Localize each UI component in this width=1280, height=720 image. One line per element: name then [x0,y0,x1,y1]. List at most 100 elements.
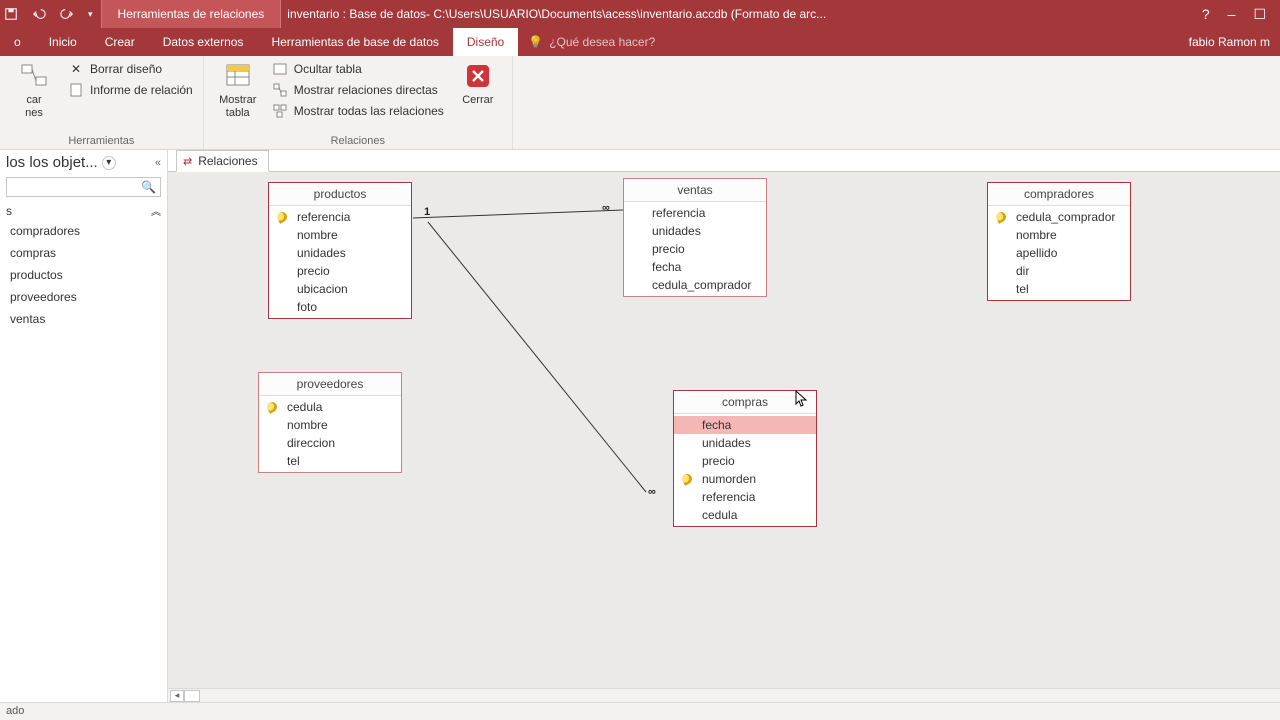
nav-item-compras[interactable]: compras [0,242,167,264]
nav-item-proveedores[interactable]: proveedores [0,286,167,308]
tell-me-input[interactable] [549,35,749,49]
field-fecha[interactable]: fecha [624,258,766,276]
relationships-tab-icon: ⇄ [183,155,192,168]
all-relationships-button[interactable]: Mostrar todas las relaciones [270,102,446,120]
contextual-tab-label: Herramientas de relaciones [101,0,282,28]
nav-title: los los objet... [6,154,98,171]
horizontal-scrollbar[interactable]: ◂ [168,688,1280,702]
nav-group-header[interactable]: s ︽ [0,199,167,220]
direct-rel-icon [272,82,288,98]
clear-layout-button[interactable]: ✕ Borrar diseño [66,60,195,78]
edit-relationships-icon [18,60,50,92]
field-cedula-comprador[interactable]: cedula_comprador [988,208,1130,226]
document-tab-label: Relaciones [198,154,257,168]
maximize-icon[interactable]: ☐ [1253,6,1266,23]
cardinality-many-compras: ∞ [648,486,656,498]
group-label-herramientas: Herramientas [8,133,195,147]
tab-file[interactable]: o [0,28,35,56]
field-cedula-comprador[interactable]: cedula_comprador [624,276,766,294]
mouse-cursor-icon [795,390,809,408]
field-referencia[interactable]: referencia [624,204,766,222]
field-precio[interactable]: precio [269,262,411,280]
collapse-group-icon[interactable]: ︽ [151,203,161,218]
nav-item-compradores[interactable]: compradores [0,220,167,242]
field-ubicacion[interactable]: ubicacion [269,280,411,298]
ribbon-tabs: o Inicio Crear Datos externos Herramient… [0,28,1280,56]
report-icon [68,82,84,98]
field-cedula[interactable]: cedula [259,398,401,416]
hide-table-button[interactable]: Ocultar tabla [270,60,446,78]
help-icon[interactable]: ? [1202,6,1210,22]
minimize-icon[interactable]: – [1228,6,1236,22]
undo-icon[interactable] [32,7,46,21]
ribbon-group-herramientas: car nes ✕ Borrar diseño Informe de relac… [0,56,204,149]
ribbon: car nes ✕ Borrar diseño Informe de relac… [0,56,1280,150]
field-precio[interactable]: precio [624,240,766,258]
field-apellido[interactable]: apellido [988,244,1130,262]
nav-item-ventas[interactable]: ventas [0,308,167,330]
field-unidades[interactable]: unidades [269,244,411,262]
show-table-button[interactable]: Mostrar tabla [212,60,264,119]
tab-inicio[interactable]: Inicio [35,28,91,56]
field-nombre[interactable]: nombre [988,226,1130,244]
table-compradores[interactable]: compradores cedula_comprador nombre apel… [987,182,1131,301]
nav-search[interactable]: 🔍 [6,177,161,197]
field-precio[interactable]: precio [674,452,816,470]
redo-icon[interactable] [60,7,74,21]
direct-relationships-button[interactable]: Mostrar relaciones directas [270,81,446,99]
field-tel[interactable]: tel [259,452,401,470]
table-ventas[interactable]: ventas referencia unidades precio fecha … [623,178,767,297]
scroll-thumb[interactable] [184,690,200,702]
search-icon: 🔍 [141,180,156,194]
field-nombre[interactable]: nombre [259,416,401,434]
work-area: los los objet... ▾ « 🔍 s ︽ compradores c… [0,150,1280,702]
field-foto[interactable]: foto [269,298,411,316]
all-rel-icon [272,103,288,119]
field-direccion[interactable]: direccion [259,434,401,452]
table-productos[interactable]: productos referencia nombre unidades pre… [268,182,412,319]
relationships-canvas[interactable]: 1 ∞ ∞ productos referencia nombre unidad… [168,171,1280,688]
field-referencia[interactable]: referencia [674,488,816,506]
table-header: compradores [988,183,1130,206]
scroll-left-icon[interactable]: ◂ [170,690,184,702]
tab-diseno[interactable]: Diseño [453,28,518,56]
field-numorden[interactable]: numorden [674,470,816,488]
window-title: inventario : Base de datos- C:\Users\USU… [281,7,1188,21]
nav-collapse-icon[interactable]: « [155,157,161,169]
field-unidades[interactable]: unidades [624,222,766,240]
close-icon [462,60,494,92]
field-unidades[interactable]: unidades [674,434,816,452]
relationship-report-button[interactable]: Informe de relación [66,81,195,99]
tab-datos-externos[interactable]: Datos externos [149,28,258,56]
tab-herramientas-bd[interactable]: Herramientas de base de datos [257,28,452,56]
title-bar: ▾ Herramientas de relaciones inventario … [0,0,1280,28]
nav-header[interactable]: los los objet... ▾ « [0,150,167,175]
table-header: ventas [624,179,766,202]
field-dir[interactable]: dir [988,262,1130,280]
table-header: proveedores [259,373,401,396]
tell-me-box[interactable]: 💡 [518,28,1178,56]
nav-dropdown-icon[interactable]: ▾ [102,156,116,170]
table-proveedores[interactable]: proveedores cedula nombre direccion tel [258,372,402,473]
field-nombre[interactable]: nombre [269,226,411,244]
cardinality-one: 1 [424,206,430,218]
field-tel[interactable]: tel [988,280,1130,298]
save-icon[interactable] [4,7,18,21]
clear-layout-icon: ✕ [68,61,84,77]
lightbulb-icon: 💡 [528,35,543,49]
group-label-relaciones: Relaciones [212,133,504,147]
nav-item-productos[interactable]: productos [0,264,167,286]
status-text: ado [6,705,24,717]
document-tab-relaciones[interactable]: ⇄ Relaciones [176,150,269,172]
field-referencia[interactable]: referencia [269,208,411,226]
edit-relationships-button[interactable]: car nes [8,60,60,119]
table-compras[interactable]: compras fecha unidades precio numorden r… [673,390,817,527]
field-fecha[interactable]: fecha [674,416,816,434]
cardinality-many-ventas: ∞ [602,202,610,214]
table-header: productos [269,183,411,206]
qat-dropdown-icon[interactable]: ▾ [88,9,93,20]
user-name[interactable]: fabio Ramon m [1179,28,1280,56]
field-cedula[interactable]: cedula [674,506,816,524]
close-button[interactable]: Cerrar [452,60,504,107]
tab-crear[interactable]: Crear [91,28,149,56]
